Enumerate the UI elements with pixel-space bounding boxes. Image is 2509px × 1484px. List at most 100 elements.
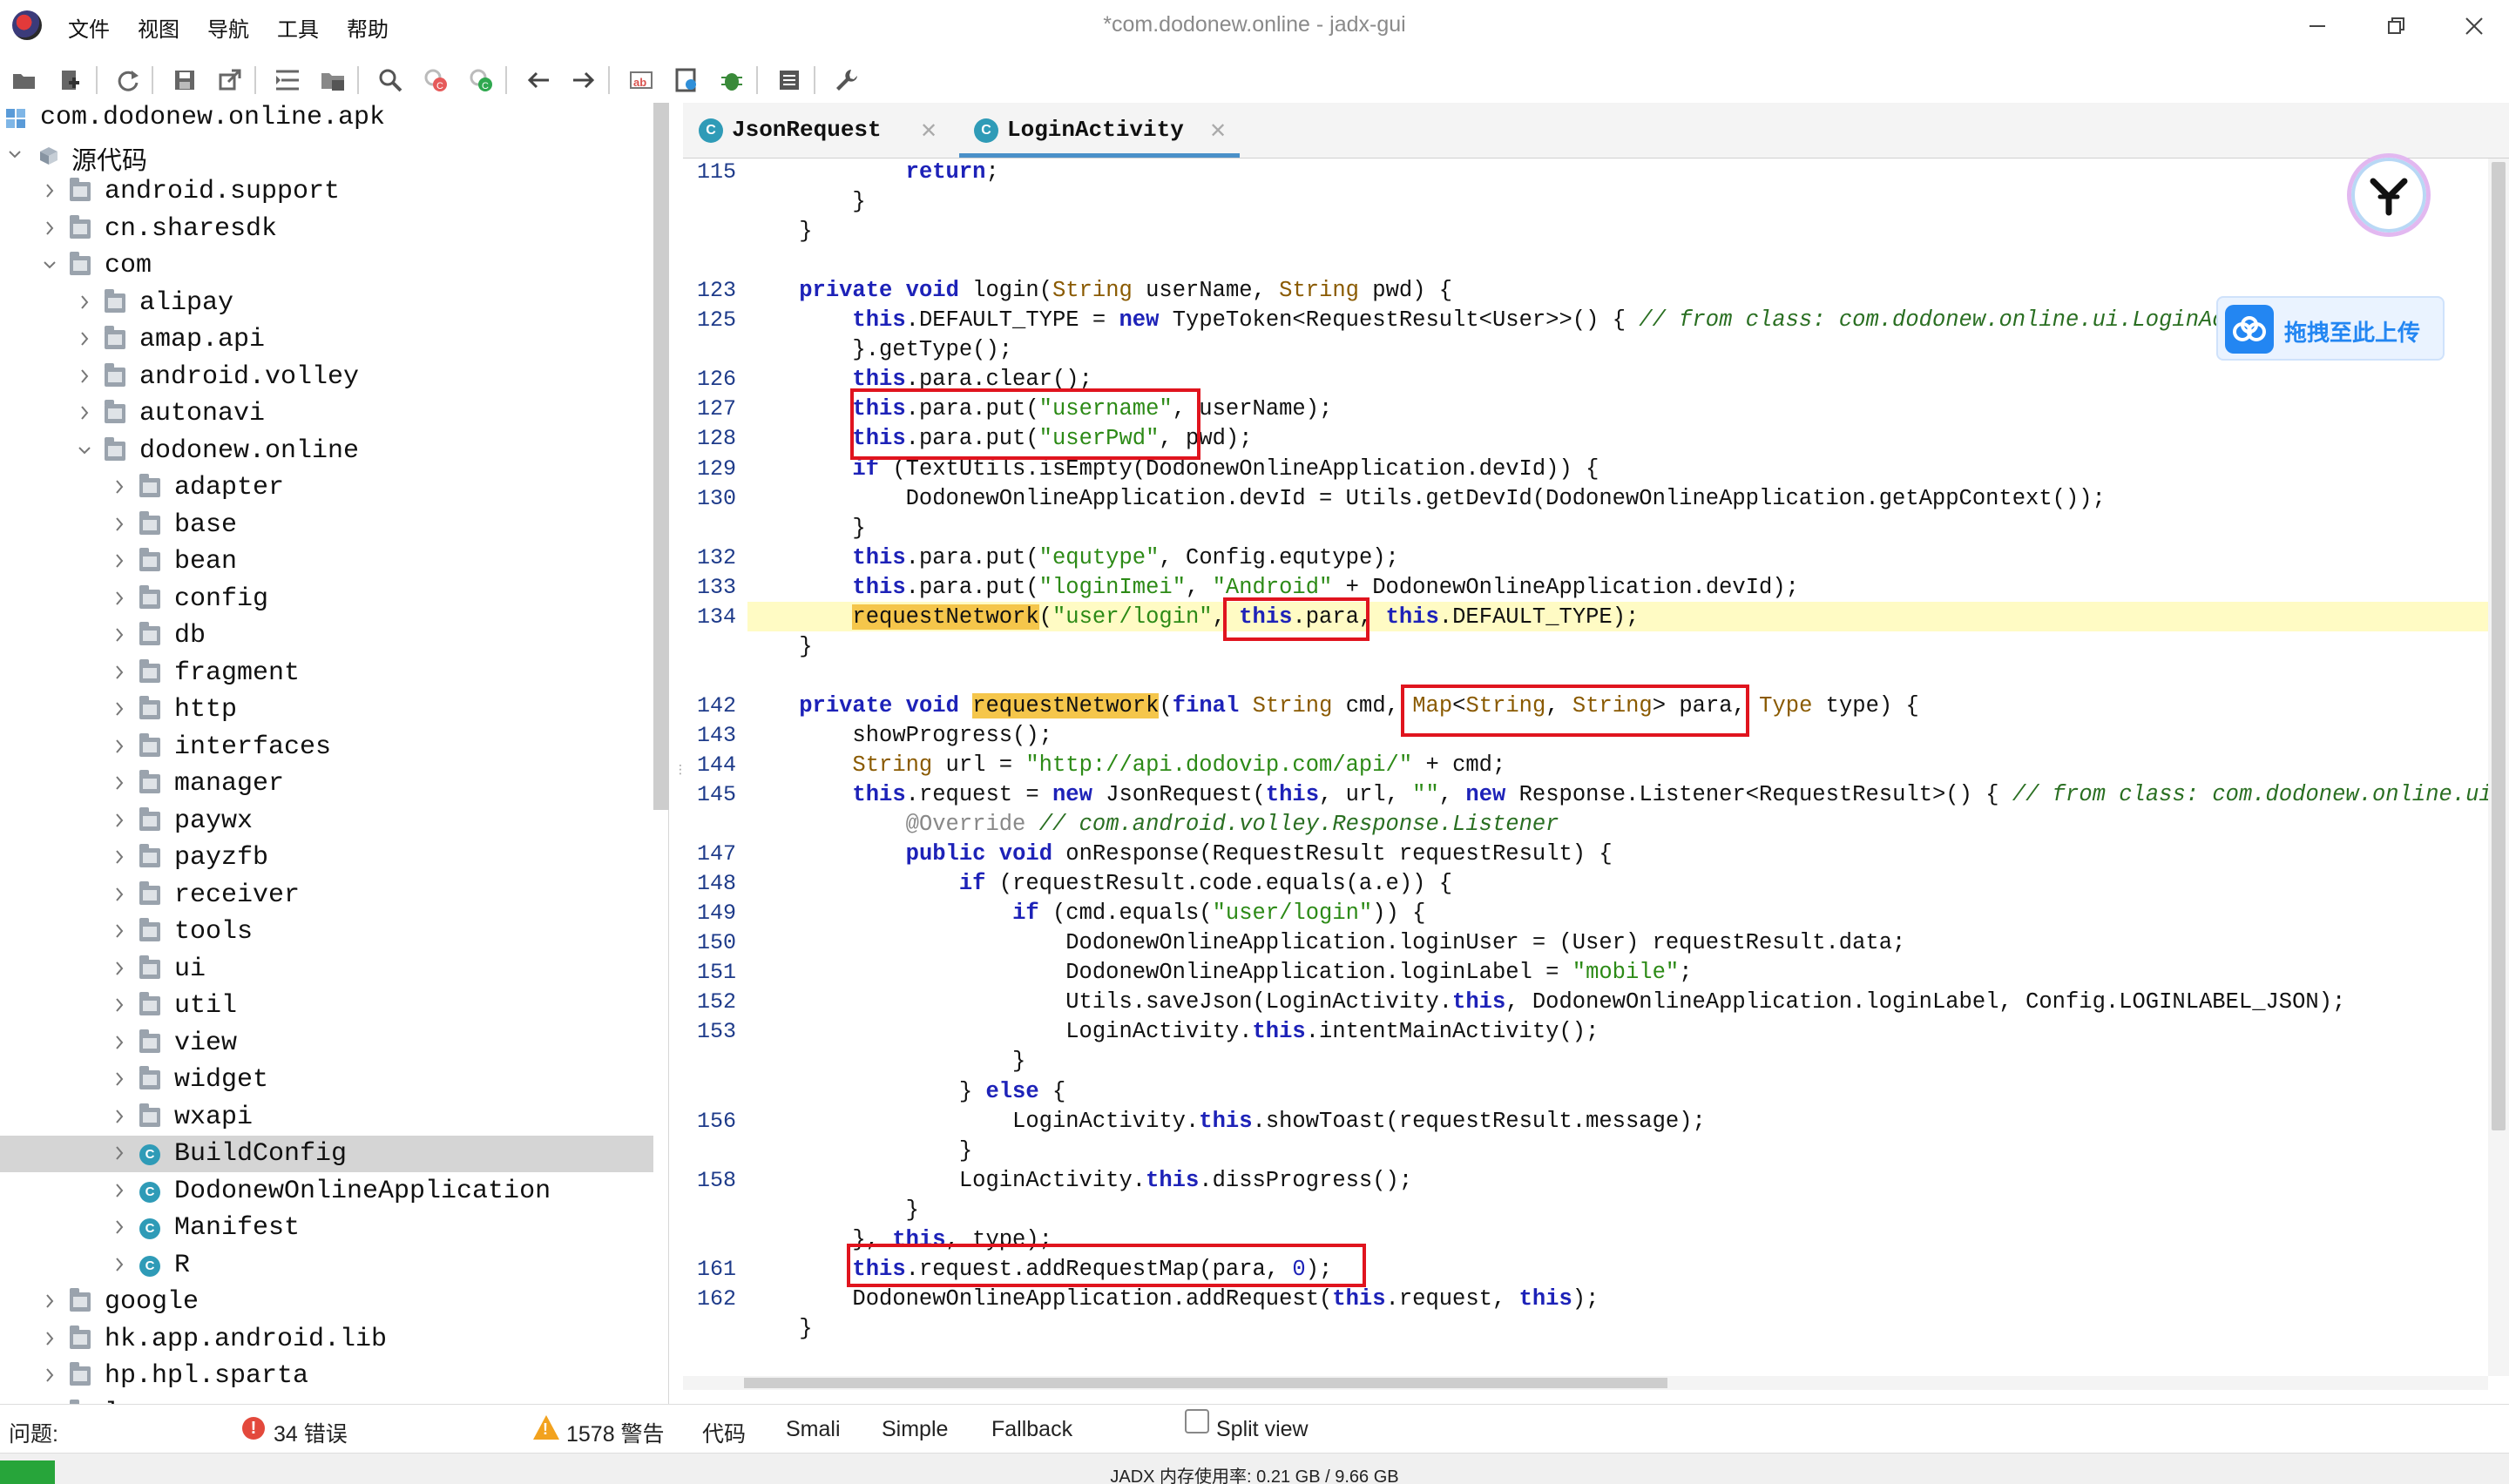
code-line[interactable]: 115 return; — [683, 159, 2488, 186]
code-line[interactable]: } — [683, 1046, 2488, 1076]
code-line[interactable]: } — [683, 1313, 2488, 1343]
code-line[interactable]: @Override // com.android.volley.Response… — [683, 809, 2488, 839]
ai-assistant-badge[interactable] — [2347, 153, 2431, 237]
export-icon[interactable] — [214, 64, 246, 96]
upload-drop-widget[interactable]: 拖拽至此上传 — [2216, 296, 2445, 361]
chevron-right-icon[interactable] — [77, 402, 94, 423]
tree-item-buildconfig[interactable]: C BuildConfig — [0, 1136, 653, 1172]
log-icon[interactable] — [774, 64, 805, 96]
chevron-down-icon[interactable] — [7, 144, 24, 165]
deobfuscation-icon[interactable]: ab — [626, 64, 657, 96]
chevron-right-icon[interactable] — [77, 328, 94, 349]
tree-item-manifest[interactable]: C Manifest — [0, 1210, 653, 1246]
tree-item-hk-app-android-lib[interactable]: hk.app.android.lib — [0, 1321, 653, 1358]
splitter-grip-icon[interactable]: ⋮ — [674, 762, 686, 788]
tree-item-hp-hpl-sparta[interactable]: hp.hpl.sparta — [0, 1358, 653, 1394]
tree-item-bean[interactable]: bean — [0, 543, 653, 580]
chevron-right-icon[interactable] — [112, 847, 129, 867]
chevron-right-icon[interactable] — [77, 292, 94, 313]
usage-search-icon[interactable]: C — [465, 64, 497, 96]
chevron-right-icon[interactable] — [112, 1069, 129, 1089]
code-line[interactable]: 152 Utils.saveJson(LoginActivity.this, D… — [683, 987, 2488, 1016]
code-line[interactable]: 147 public void onResponse(RequestResult… — [683, 839, 2488, 868]
restore-icon[interactable] — [2378, 9, 2413, 44]
chevron-right-icon[interactable] — [42, 1328, 59, 1349]
code-line[interactable]: } — [683, 631, 2488, 661]
debug-icon[interactable] — [716, 64, 747, 96]
forward-icon[interactable] — [568, 64, 599, 96]
view-tab-simple[interactable]: Simple — [882, 1417, 948, 1442]
tree-item-http[interactable]: http — [0, 691, 653, 728]
tree-item-adapter[interactable]: adapter — [0, 469, 653, 506]
code-horizontal-scroll-thumb[interactable] — [744, 1378, 1667, 1388]
tree-item-payzfb[interactable]: payzfb — [0, 840, 653, 876]
chevron-down-icon[interactable] — [77, 440, 94, 461]
chevron-right-icon[interactable] — [112, 1106, 129, 1127]
code-line[interactable]: 158 LoginActivity.this.dissProgress(); — [683, 1165, 2488, 1195]
view-tab-smali[interactable]: Smali — [786, 1417, 841, 1442]
tree-item-paywx[interactable]: paywx — [0, 803, 653, 840]
code-line[interactable]: 150 DodonewOnlineApplication.loginUser =… — [683, 928, 2488, 957]
tree-item-base[interactable]: base — [0, 507, 653, 543]
code-vertical-scroll-thumb[interactable] — [2492, 162, 2506, 1130]
tree-item-source-code[interactable]: 源代码 — [0, 137, 653, 175]
code-line[interactable]: 145 this.request = new JsonRequest(this,… — [683, 779, 2488, 809]
tree-item-android-support[interactable]: android.support — [0, 173, 653, 210]
chevron-right-icon[interactable] — [112, 1254, 129, 1275]
chevron-right-icon[interactable] — [112, 698, 129, 719]
code-line[interactable]: 134 requestNetwork("user/login", this.pa… — [697, 602, 2488, 631]
warnings-count[interactable]: 1578 警告 — [566, 1417, 665, 1448]
add-files-icon[interactable] — [54, 64, 85, 96]
chevron-right-icon[interactable] — [112, 772, 129, 793]
tree-item-dodonew-online[interactable]: dodonew.online — [0, 433, 653, 469]
tree-item-amap-api[interactable]: amap.api — [0, 321, 653, 358]
project-tree[interactable]: com.dodonew.online.apk 源代码 android.support… — [0, 103, 669, 1406]
tree-item-widget[interactable]: widget — [0, 1062, 653, 1098]
tree-item-r[interactable]: CR — [0, 1247, 653, 1284]
flatten-packages-icon[interactable] — [317, 64, 348, 96]
tree-item-config[interactable]: config — [0, 581, 653, 617]
chevron-right-icon[interactable] — [42, 1365, 59, 1386]
chevron-right-icon[interactable] — [112, 476, 129, 497]
tab-jsonrequest[interactable]: C JsonRequest ✕ — [699, 103, 951, 159]
tree-item-apk-root[interactable]: com.dodonew.online.apk — [0, 103, 653, 136]
chevron-right-icon[interactable] — [112, 1032, 129, 1053]
code-line[interactable]: } — [683, 216, 2488, 246]
quark-icon[interactable] — [671, 64, 702, 96]
back-icon[interactable] — [523, 64, 554, 96]
tree-item-tools[interactable]: tools — [0, 914, 653, 950]
chevron-right-icon[interactable] — [112, 514, 129, 535]
tree-item-alipay[interactable]: alipay — [0, 285, 653, 321]
tree-item-cn-sharesdk[interactable]: cn.sharesdk — [0, 211, 653, 247]
close-tab-icon[interactable]: ✕ — [1209, 118, 1227, 144]
chevron-right-icon[interactable] — [112, 736, 129, 757]
tree-item-google[interactable]: google — [0, 1284, 653, 1320]
tree-item-interfaces[interactable]: interfaces — [0, 729, 653, 766]
tree-item-com[interactable]: com — [0, 247, 653, 284]
search-icon[interactable] — [375, 64, 406, 96]
chevron-right-icon[interactable] — [112, 624, 129, 645]
view-tab-fallback[interactable]: Fallback — [991, 1417, 1072, 1442]
code-line[interactable]: 156 LoginActivity.this.showToast(request… — [683, 1106, 2488, 1136]
chevron-right-icon[interactable] — [42, 180, 59, 201]
code-line[interactable]: 148 if (requestResult.code.equals(a.e)) … — [683, 868, 2488, 898]
code-line[interactable]: 133 this.para.put("loginImei", "Android"… — [683, 572, 2488, 602]
tree-item-ui[interactable]: ui — [0, 951, 653, 988]
code-line[interactable]: } else { — [683, 1076, 2488, 1106]
tree-item-android-volley[interactable]: android.volley — [0, 359, 653, 395]
tab-loginactivity[interactable]: C LoginActivity ✕ — [974, 103, 1235, 159]
code-line[interactable]: 132 this.para.put("equtype", Config.equt… — [683, 543, 2488, 572]
minimize-icon[interactable] — [2300, 9, 2335, 44]
tree-item-db[interactable]: db — [0, 617, 653, 654]
sync-icon[interactable] — [112, 64, 143, 96]
tree-item-view[interactable]: view — [0, 1025, 653, 1062]
close-icon[interactable] — [2457, 9, 2492, 44]
sync-tree-icon[interactable] — [272, 64, 303, 96]
code-line[interactable]: } — [683, 186, 2488, 216]
chevron-right-icon[interactable] — [112, 1143, 129, 1164]
chevron-right-icon[interactable] — [112, 884, 129, 905]
chevron-right-icon[interactable] — [112, 958, 129, 979]
code-line[interactable]: 151 DodonewOnlineApplication.loginLabel … — [683, 957, 2488, 987]
close-tab-icon[interactable]: ✕ — [920, 118, 937, 144]
chevron-right-icon[interactable] — [77, 366, 94, 387]
